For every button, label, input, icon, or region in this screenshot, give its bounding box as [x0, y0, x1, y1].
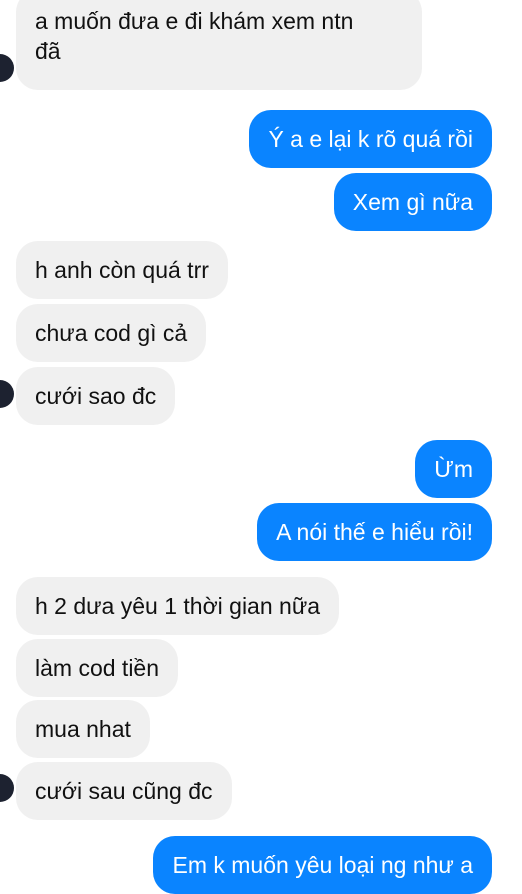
- outgoing-message-bubble[interactable]: Em k muốn yêu loại ng như a: [153, 836, 492, 894]
- incoming-message-bubble[interactable]: h anh còn quá trr: [16, 241, 228, 299]
- incoming-message-bubble[interactable]: cưới sao đc: [16, 367, 176, 425]
- incoming-message-bubble[interactable]: cưới sau cũng đc: [16, 762, 232, 820]
- message-text: h anh còn quá trr: [35, 257, 209, 283]
- message-thread: a muốn đưa e đi khám xem ntn đã Ý a e lạ…: [0, 0, 522, 894]
- incoming-message-bubble[interactable]: a muốn đưa e đi khám xem ntn đã: [16, 0, 422, 90]
- message-text: cưới sau cũng đc: [35, 778, 213, 804]
- message-text: h 2 dưa yêu 1 thời gian nữa: [35, 593, 321, 619]
- message-text-line-1: a muốn đưa e đi khám xem ntn: [35, 8, 354, 34]
- message-text: Ý a e lại k rõ quá rồi: [268, 126, 473, 152]
- incoming-message-bubble[interactable]: làm cod tiền: [16, 639, 179, 697]
- contact-avatar[interactable]: [0, 774, 14, 802]
- message-text: làm cod tiền: [35, 655, 160, 681]
- incoming-message-bubble[interactable]: h 2 dưa yêu 1 thời gian nữa: [16, 577, 340, 635]
- message-text: cưới sao đc: [35, 383, 157, 409]
- message-text: Ừm: [434, 456, 473, 482]
- message-text: chưa cod gì cả: [35, 320, 188, 346]
- outgoing-message-bubble[interactable]: Ý a e lại k rõ quá rồi: [249, 110, 492, 168]
- message-text-line-2: đã: [35, 38, 61, 64]
- message-text: Em k muốn yêu loại ng như a: [172, 852, 473, 878]
- incoming-message-bubble[interactable]: mua nhat: [16, 700, 150, 758]
- message-text: Xem gì nữa: [352, 189, 473, 215]
- contact-avatar[interactable]: [0, 380, 14, 408]
- outgoing-message-bubble[interactable]: Xem gì nữa: [333, 173, 492, 231]
- message-text: mua nhat: [35, 716, 131, 742]
- contact-avatar[interactable]: [0, 54, 14, 82]
- outgoing-message-bubble[interactable]: A nói thế e hiểu rồi!: [257, 503, 492, 561]
- incoming-message-bubble[interactable]: chưa cod gì cả: [16, 304, 207, 362]
- message-text: A nói thế e hiểu rồi!: [276, 519, 473, 545]
- outgoing-message-bubble[interactable]: Ừm: [415, 440, 492, 498]
